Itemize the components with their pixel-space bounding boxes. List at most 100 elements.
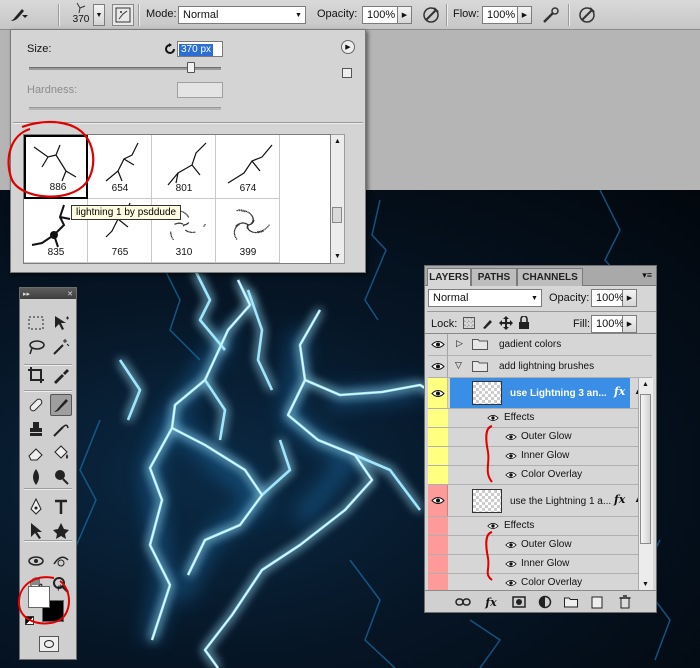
layer-row-lightning-1[interactable]: use the Lightning 1 a... fx ▲ [428, 485, 652, 517]
effect-row-outer-glow[interactable]: Outer Glow [428, 428, 652, 447]
brush-tool-preset-icon[interactable] [8, 4, 30, 26]
blur-tool-icon[interactable] [25, 466, 47, 488]
move-tool-icon[interactable] [50, 312, 72, 334]
pen-tool-icon[interactable] [25, 496, 47, 518]
history-brush-tool-icon[interactable] [50, 418, 72, 440]
new-group-folder-icon[interactable] [563, 594, 579, 610]
layer-opacity-input[interactable]: 100% ▶ [591, 289, 637, 307]
tab-paths[interactable]: PATHS [471, 268, 517, 286]
visibility-eye-icon[interactable] [428, 334, 448, 355]
healing-brush-tool-icon[interactable] [25, 394, 47, 416]
layers-scrollbar[interactable]: ▲ ▼ [638, 378, 653, 590]
group-expanded-arrow-icon[interactable]: ▽ [455, 360, 462, 371]
brush-preset-399[interactable]: 399 [216, 199, 280, 263]
tablet-size-pressure-icon[interactable] [576, 4, 598, 26]
flow-input[interactable]: 100% ▶ [482, 6, 532, 24]
quick-mask-icon[interactable] [39, 636, 59, 652]
effect-row-color-overlay[interactable]: Color Overlay [428, 574, 652, 590]
eraser-tool-icon[interactable] [25, 442, 47, 464]
brush-tool-icon[interactable] [50, 394, 72, 416]
link-layers-icon[interactable] [455, 594, 471, 610]
dodge-tool-icon[interactable] [50, 466, 72, 488]
type-tool-icon[interactable] [50, 496, 72, 518]
tab-layers[interactable]: LAYERS [427, 268, 471, 286]
scroll-up-arrow-icon[interactable]: ▲ [334, 138, 341, 145]
scroll-down-arrow-icon[interactable]: ▼ [334, 253, 341, 260]
brush-preset-674[interactable]: 674 [216, 135, 280, 199]
layer-effects-fx-icon[interactable]: fx [614, 493, 625, 506]
visibility-eye-icon[interactable] [428, 485, 448, 516]
new-layer-icon[interactable] [589, 594, 605, 610]
visibility-eye-icon[interactable] [505, 541, 517, 549]
collapse-icon[interactable]: ▸▸ [23, 290, 30, 298]
scroll-thumb[interactable] [332, 207, 342, 223]
visibility-eye-icon[interactable] [428, 378, 448, 408]
tab-channels[interactable]: CHANNELS [517, 268, 583, 286]
lock-transparency-icon[interactable] [463, 317, 475, 329]
size-input[interactable]: 370 px [177, 41, 223, 57]
visibility-eye-icon[interactable] [505, 433, 517, 441]
opacity-input[interactable]: 100% ▶ [362, 6, 412, 24]
panel-menu-icon[interactable]: ▾≡ [642, 270, 652, 281]
fill-input[interactable]: 100% ▶ [591, 315, 637, 333]
close-panel-icon[interactable]: ✕ [67, 290, 73, 298]
flow-arrow-icon[interactable]: ▶ [518, 6, 532, 24]
eyedropper-tool-icon[interactable] [50, 364, 72, 386]
add-mask-icon[interactable] [511, 594, 527, 610]
lock-all-icon[interactable] [518, 316, 530, 330]
effects-row[interactable]: Effects [428, 409, 652, 428]
brush-picker-dropdown-button[interactable]: ▼ [93, 4, 105, 26]
new-preset-icon[interactable] [342, 68, 352, 78]
marquee-tool-icon[interactable] [25, 312, 47, 334]
3d-orbit-tool-icon[interactable] [50, 550, 72, 572]
visibility-eye-icon[interactable] [428, 356, 448, 377]
effect-row-inner-glow[interactable]: Inner Glow [428, 555, 652, 574]
reset-size-icon[interactable] [164, 43, 176, 55]
opacity-arrow-icon[interactable]: ▶ [398, 6, 412, 24]
3d-rotate-tool-icon[interactable] [25, 550, 47, 572]
lasso-tool-icon[interactable] [25, 336, 47, 358]
effect-row-inner-glow[interactable]: Inner Glow [428, 447, 652, 466]
size-slider-thumb[interactable] [187, 62, 195, 73]
scroll-up-arrow-icon[interactable]: ▲ [642, 381, 649, 388]
path-selection-tool-icon[interactable] [25, 520, 47, 542]
fill-arrow-icon[interactable]: ▶ [623, 315, 637, 333]
scroll-down-arrow-icon[interactable]: ▼ [642, 581, 649, 588]
layer-row-lightning-3[interactable]: use Lightning 3 an... fx ▲ [428, 378, 652, 409]
add-layer-style-fx-icon[interactable]: fx [483, 594, 499, 610]
picker-menu-icon[interactable]: ▶ [341, 40, 355, 54]
scroll-thumb[interactable] [640, 394, 651, 544]
lock-position-move-icon[interactable] [499, 316, 513, 330]
layer-effects-fx-icon[interactable]: fx [614, 385, 625, 398]
magic-wand-tool-icon[interactable] [50, 336, 72, 358]
adjustment-layer-icon[interactable] [537, 594, 553, 610]
airbrush-icon[interactable] [540, 4, 562, 26]
paint-bucket-tool-icon[interactable] [50, 442, 72, 464]
delete-layer-trash-icon[interactable] [617, 594, 633, 610]
visibility-eye-icon[interactable] [505, 579, 517, 587]
group-row-add-lightning-brushes[interactable]: ▽ add lightning brushes [428, 356, 652, 378]
visibility-eye-icon[interactable] [505, 452, 517, 460]
tablet-opacity-pressure-icon[interactable] [420, 4, 442, 26]
visibility-eye-icon[interactable] [487, 414, 499, 422]
group-row-gadient-colors[interactable]: ▷ gadient colors [428, 334, 652, 356]
brush-grid-scrollbar[interactable]: ▲ ▼ [331, 134, 345, 264]
brush-preset-801[interactable]: 801 [152, 135, 216, 199]
blend-mode-select[interactable]: Normal ▼ [428, 289, 542, 307]
visibility-eye-icon[interactable] [505, 471, 517, 479]
effects-row[interactable]: Effects [428, 517, 652, 536]
group-collapsed-arrow-icon[interactable]: ▷ [456, 338, 463, 349]
effect-row-color-overlay[interactable]: Color Overlay [428, 466, 652, 485]
toggle-brush-panel-icon[interactable] [112, 4, 134, 26]
brush-size-preview[interactable]: 370 [70, 2, 92, 25]
brush-tooltip: lightning 1 by psddude [71, 205, 182, 220]
custom-shape-tool-icon[interactable] [50, 520, 72, 542]
lock-pixels-brush-icon[interactable] [481, 316, 495, 330]
crop-tool-icon[interactable] [25, 364, 47, 386]
clone-stamp-tool-icon[interactable] [25, 418, 47, 440]
layer-opacity-arrow-icon[interactable]: ▶ [623, 289, 637, 307]
mode-select[interactable]: Normal ▼ [178, 6, 306, 24]
tools-panel-header[interactable]: ▸▸ ✕ [20, 288, 76, 299]
effect-row-outer-glow[interactable]: Outer Glow [428, 536, 652, 555]
visibility-eye-icon[interactable] [505, 560, 517, 568]
